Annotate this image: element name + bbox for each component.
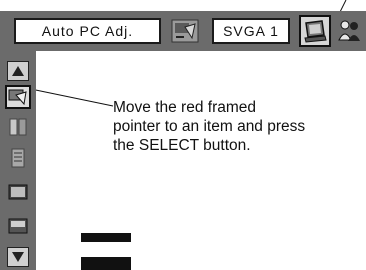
screen-icon[interactable] bbox=[7, 182, 29, 202]
computer-icon[interactable] bbox=[299, 15, 331, 47]
instruction-line: the SELECT button. bbox=[113, 137, 251, 154]
people-icon[interactable] bbox=[335, 17, 363, 45]
black-bar bbox=[81, 257, 131, 270]
instruction-line: pointer to an item and press bbox=[113, 118, 306, 135]
auto-pc-adj-label[interactable]: Auto PC Adj. bbox=[14, 18, 161, 44]
pc-adjust-icon[interactable] bbox=[5, 85, 31, 109]
auto-pc-adj-icon[interactable] bbox=[171, 19, 199, 43]
setting-icon[interactable] bbox=[7, 216, 29, 236]
instruction-line: Move the red framed bbox=[113, 99, 257, 116]
source-label: SVGA 1 bbox=[212, 18, 290, 44]
black-bar bbox=[81, 233, 131, 242]
image-adjust-icon[interactable] bbox=[7, 148, 29, 168]
image-select-icon[interactable] bbox=[7, 117, 29, 137]
instruction-text: Move the red framed pointer to an item a… bbox=[113, 98, 363, 155]
up-arrow-icon[interactable] bbox=[7, 61, 29, 81]
down-arrow-icon[interactable] bbox=[7, 247, 29, 267]
